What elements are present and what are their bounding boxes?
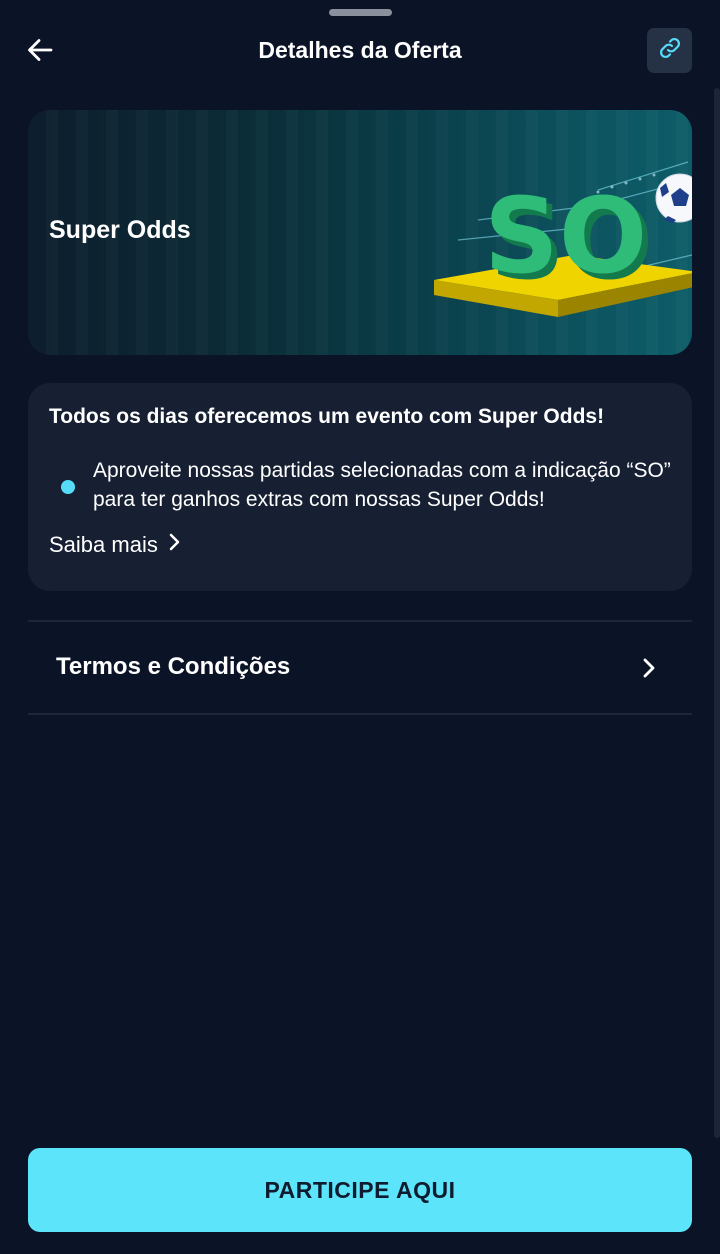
bullet-dot xyxy=(61,480,75,494)
bullet-text: Aproveite nossas partidas selecionadas c… xyxy=(93,459,671,511)
scrollbar[interactable] xyxy=(714,88,720,1138)
participate-button[interactable]: PARTICIPE AQUI xyxy=(28,1148,692,1232)
offer-info-card: Todos os dias oferecemos um evento com S… xyxy=(28,383,692,591)
terms-label: Termos e Condições xyxy=(56,653,291,680)
super-odds-illustration: SO SO xyxy=(434,161,692,317)
offer-banner: Super Odds SO SO xyxy=(28,110,692,355)
chevron-right-icon xyxy=(168,532,182,558)
chevron-right-icon xyxy=(641,656,657,685)
banner-title: Super Odds xyxy=(49,216,191,244)
page-title: Detalhes da Oferta xyxy=(258,37,462,63)
info-heading: Todos os dias oferecemos um evento com S… xyxy=(49,405,605,428)
divider xyxy=(28,713,692,715)
drag-handle[interactable] xyxy=(329,9,392,16)
learn-more-link[interactable]: Saiba mais xyxy=(49,532,182,558)
banner-art-text: SO xyxy=(484,175,647,297)
soccer-ball-icon xyxy=(655,173,692,223)
terms-and-conditions-row[interactable]: Termos e Condições xyxy=(28,622,692,714)
share-link-button[interactable] xyxy=(647,28,692,73)
link-icon xyxy=(658,36,682,65)
header: Detalhes da Oferta xyxy=(0,20,720,82)
learn-more-label: Saiba mais xyxy=(49,532,158,557)
